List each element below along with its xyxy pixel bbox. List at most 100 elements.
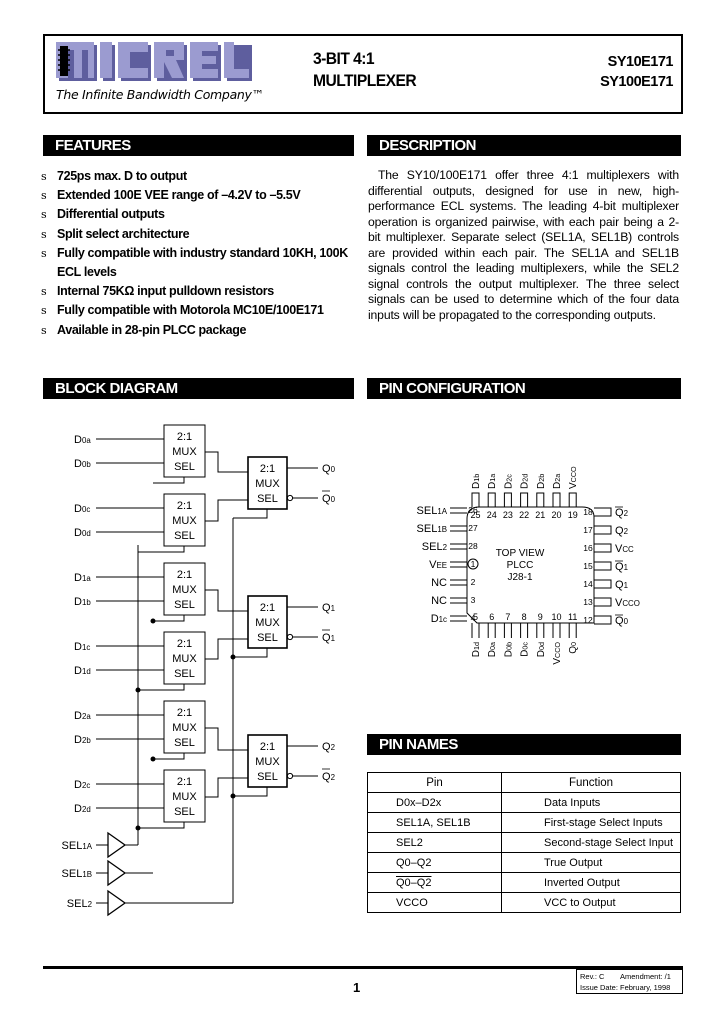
pin-lead (450, 507, 467, 514)
pin-cell: Q0–Q2 (367, 852, 502, 873)
pin-name-label: SEL1A (417, 505, 448, 517)
description-body: The SY10/100E171 offer three 4:1 multipl… (368, 168, 679, 323)
mux-label: MUX (255, 617, 280, 629)
description-text: The SY10/100E171 offer three 4:1 multipl… (368, 168, 679, 322)
mux-label: 2:1 (177, 569, 192, 581)
mux-label: SEL (257, 493, 278, 505)
function-cell: First-stage Select Inputs (501, 812, 681, 833)
junction-dot (150, 756, 156, 762)
feature-text: Differential outputs (57, 207, 165, 222)
junction-dot (150, 618, 156, 624)
features-list: s 725ps max. D to output s Extended 100E VE… (40, 167, 360, 340)
feature-text: Fully compatible with industry standard … (57, 245, 348, 280)
mux-label: MUX (172, 446, 197, 458)
pin-name-label: VCCO (552, 642, 563, 665)
mux-label: SEL (174, 599, 195, 611)
function-cell: Inverted Output (501, 872, 681, 893)
feature-item: s Differential outputs (40, 205, 360, 224)
buffer-icon (107, 859, 127, 887)
pin-lead (536, 623, 545, 638)
input-label: D2d (74, 803, 91, 815)
pin-number: 26 (468, 505, 478, 515)
inversion-bubble (286, 494, 294, 502)
block-diagram-heading: BLOCK DIAGRAM (43, 378, 354, 399)
mux-label: SEL (174, 530, 195, 542)
bullet-icon: s (41, 285, 47, 299)
pin-number: 16 (583, 543, 593, 553)
function-cell: Second-stage Select Input (501, 832, 681, 853)
select-wire (233, 648, 268, 658)
output-label-true: Q0 (322, 463, 336, 475)
table-header-row: Pin Function (367, 772, 681, 793)
pin-name-label: Q0 (568, 642, 579, 654)
pin-name-label: VCCO (568, 466, 579, 489)
part-number: SY10E171 (607, 54, 674, 70)
select-wire (233, 787, 268, 797)
pin-name-label: D2d (520, 474, 531, 489)
feature-item: s Fully compatible with industry standard… (40, 244, 360, 282)
function-cell: VCC to Output (501, 892, 681, 913)
issue-date-label: Issue Date: (580, 983, 618, 992)
pin-number: 3 (471, 595, 476, 605)
pin-number: 22 (519, 510, 529, 520)
revision-box: Rev.: C Amendment: /1 Issue Date: February… (576, 969, 683, 994)
pin-lead (594, 615, 612, 625)
pin-lead (536, 492, 545, 507)
mux-label: 2:1 (260, 741, 275, 753)
pin-lead (450, 561, 467, 568)
pin-lead (450, 525, 467, 532)
pin-name-label: D1b (471, 474, 482, 489)
package-label: TOP VIEW (496, 548, 545, 559)
mux-label: 2:1 (260, 463, 275, 475)
pin-number: 19 (568, 510, 578, 520)
feature-item: s 725ps max. D to output (40, 167, 360, 186)
pin-number: 21 (535, 510, 545, 520)
buffer-icon (107, 831, 127, 859)
mux-label: 2:1 (177, 638, 192, 650)
output-label-inverted: Q0 (322, 493, 336, 505)
pin-lead (503, 623, 512, 638)
pin-name-label: Q0 (615, 615, 629, 627)
pin-number: 14 (583, 579, 593, 589)
select-wire (138, 822, 185, 829)
output-label-inverted: Q1 (322, 632, 336, 644)
pin-number: 2 (471, 577, 476, 587)
pin-name-label: D2b (536, 474, 547, 489)
stage-wire (205, 589, 248, 612)
pin-name-label: NC (431, 577, 447, 589)
junction-dot (230, 654, 236, 660)
pin-number: 9 (538, 612, 543, 622)
mux-label: SEL (174, 806, 195, 818)
features-heading: FEATURES (43, 135, 354, 156)
input-label: D0d (74, 527, 91, 539)
feature-item: s Extended 100E VEE range of –4.2V to –5.… (40, 186, 360, 205)
part-numbers: SY10E171 SY100E171 (600, 52, 673, 92)
column-header-function: Function (501, 772, 681, 793)
function-cell: True Output (501, 852, 681, 873)
mux-label: SEL (257, 632, 278, 644)
micrel-logo (56, 42, 252, 81)
feature-text: Split select architecture (57, 226, 190, 241)
package-label: PLCC (507, 560, 534, 571)
pin-names-heading: PIN NAMES (367, 734, 681, 755)
pin-name-label: VCCO (615, 597, 640, 609)
feature-text: Available in 28-pin PLCC package (57, 322, 247, 337)
stage-wire (205, 451, 248, 473)
select-label: SEL1A (62, 840, 93, 852)
document-title: 3-BIT 4:1 MULTIPLEXER (313, 48, 417, 92)
output-label-true: Q1 (322, 602, 336, 614)
pin-number: 8 (522, 612, 527, 622)
pin-lead (594, 597, 612, 607)
pin-name-label: D0c (520, 642, 531, 657)
feature-text: Extended 100E VEE range of –4.2V to –5.5… (57, 188, 301, 203)
table-row: D0x–D2x Data Inputs (367, 792, 681, 813)
pin-number: 28 (468, 541, 478, 551)
input-label: D0c (74, 503, 90, 515)
pin-name-label: D1c (431, 613, 447, 625)
pin-lead (552, 623, 561, 638)
function-cell: Data Inputs (501, 792, 681, 813)
pin-number: 27 (468, 523, 478, 533)
pin-cell: D0x–D2x (367, 792, 502, 813)
table-row: VCCO VCC to Output (367, 892, 681, 913)
table-row: SEL2 Second-stage Select Input (367, 832, 681, 853)
